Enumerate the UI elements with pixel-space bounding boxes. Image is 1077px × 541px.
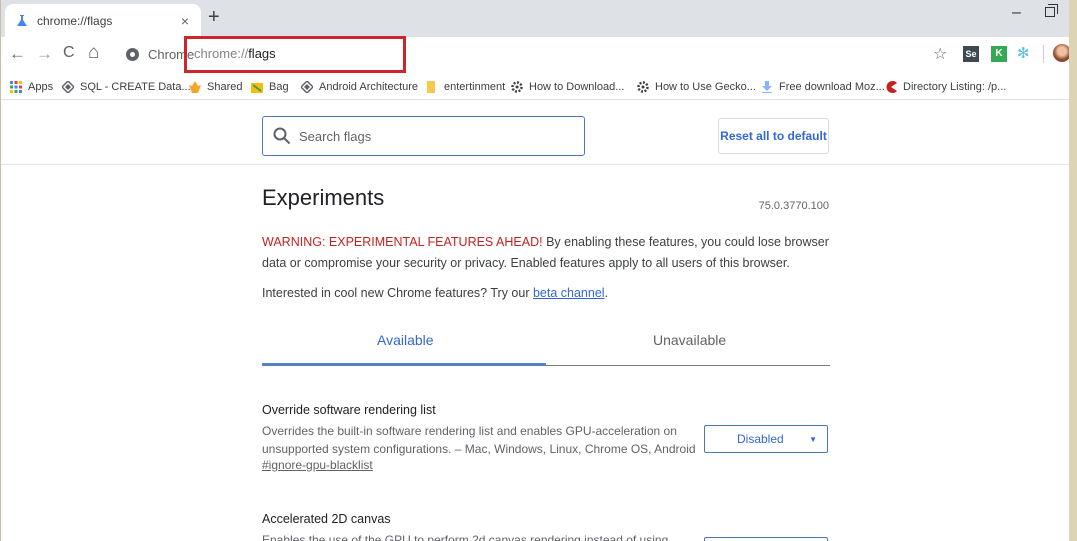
- bookmark-label: Android Architecture: [319, 81, 419, 93]
- bookmark-sql[interactable]: SQL - CREATE Data...: [62, 81, 191, 93]
- url-highlight-box: [184, 36, 406, 73]
- bookmark-bag[interactable]: Bag: [251, 81, 289, 93]
- star-icon[interactable]: ☆: [933, 44, 947, 64]
- flags-tabs: Available Unavailable: [262, 328, 830, 366]
- bookmark-android-architecture[interactable]: Android Architecture: [301, 81, 418, 93]
- folder-icon: [427, 81, 435, 93]
- react-extension-icon[interactable]: ✻: [1017, 44, 1030, 62]
- active-tab-indicator: [262, 363, 546, 365]
- tab-title: chrome://flags: [37, 13, 113, 28]
- bookmark-directory-listing[interactable]: Directory Listing: /p...: [885, 81, 1006, 93]
- bookmark-entertinment[interactable]: entertinment: [426, 81, 505, 93]
- bookmark-apps[interactable]: Apps: [10, 81, 53, 93]
- search-box[interactable]: [262, 116, 585, 156]
- bookmark-how-to-use-gecko[interactable]: How to Use Gecko...: [637, 81, 756, 93]
- select-value: Disabled: [737, 432, 784, 446]
- minimize-button[interactable]: –: [1012, 4, 1021, 22]
- bookmark-label: Apps: [28, 81, 54, 93]
- browser-window: chrome://flags × + – ← → C ⌂ Chrome chro…: [0, 0, 1069, 541]
- bookmark-label: SQL - CREATE Data...: [80, 81, 191, 93]
- reset-all-button[interactable]: Reset all to default: [718, 118, 829, 154]
- forward-button[interactable]: →: [36, 44, 53, 64]
- experiment-item: Override software rendering list Overrid…: [262, 403, 830, 472]
- beta-promo: Interested in cool new Chrome features? …: [262, 286, 608, 300]
- tab-flags[interactable]: chrome://flags ×: [5, 4, 201, 37]
- avatar[interactable]: [1053, 44, 1069, 62]
- warning-heading: WARNING: EXPERIMENTAL FEATURES AHEAD!: [262, 235, 543, 249]
- experiment-description: Overrides the built-in software renderin…: [262, 424, 696, 456]
- bookmark-free-download-moz[interactable]: Free download Moz...: [761, 81, 885, 93]
- home-button[interactable]: ⌂: [88, 42, 99, 64]
- bookmark-label: How to Download...: [529, 81, 625, 93]
- download-icon: [762, 81, 772, 93]
- bookmark-label: Directory Listing: /p...: [903, 81, 1007, 93]
- experiment-name: Override software rendering list: [262, 403, 436, 417]
- experiment-state-select[interactable]: [704, 537, 828, 541]
- version-label: 75.0.3770.100: [758, 200, 829, 212]
- bookmark-how-to-download[interactable]: How to Download...: [511, 81, 624, 93]
- chrome-icon: [126, 48, 139, 61]
- pacman-icon: [886, 81, 897, 93]
- back-button[interactable]: ←: [9, 44, 26, 64]
- experiment-link[interactable]: #ignore-gpu-blacklist: [262, 458, 830, 472]
- bookmarks-bar: Apps SQL - CREATE Data... Shared Bag And…: [1, 74, 1069, 100]
- tab-available[interactable]: Available: [377, 332, 434, 348]
- shared-icon: [189, 81, 201, 93]
- experiment-item: Accelerated 2D canvas Enables the use of…: [262, 512, 830, 541]
- reload-button[interactable]: C: [63, 44, 75, 62]
- bookmark-shared[interactable]: Shared: [189, 81, 242, 93]
- new-tab-button[interactable]: +: [208, 6, 220, 29]
- experiment-description: Enables the use of the GPU to perform 2d…: [262, 533, 669, 541]
- flask-icon: [17, 14, 27, 26]
- katalon-extension-icon[interactable]: K: [991, 46, 1007, 62]
- beta-promo-end: .: [604, 286, 609, 300]
- search-input[interactable]: [299, 128, 559, 144]
- tab-strip: chrome://flags × + –: [1, 0, 1069, 37]
- experiment-state-select[interactable]: Disabled ▼: [704, 425, 828, 453]
- bookmark-label: Shared: [207, 81, 243, 93]
- caret-down-icon: ▼: [809, 434, 817, 444]
- diamond-icon: [62, 81, 74, 93]
- gear-icon: [637, 81, 649, 93]
- beta-promo-text: Interested in cool new Chrome features? …: [262, 286, 533, 300]
- diamond-icon: [301, 81, 313, 93]
- search-icon: [273, 127, 291, 145]
- bookmark-label: Free download Moz...: [779, 81, 885, 93]
- selenium-extension-icon[interactable]: Se: [963, 46, 979, 62]
- beta-channel-link[interactable]: beta channel: [533, 286, 605, 300]
- bookmark-label: Bag: [269, 81, 289, 93]
- bookmark-label: entertinment: [444, 81, 506, 93]
- warning-text: WARNING: EXPERIMENTAL FEATURES AHEAD! By…: [262, 232, 832, 274]
- bookmark-label: How to Use Gecko...: [655, 81, 756, 93]
- experiment-name: Accelerated 2D canvas: [262, 512, 391, 526]
- bag-icon: [251, 83, 263, 93]
- close-icon[interactable]: ×: [175, 13, 195, 29]
- page-title: Experiments: [262, 185, 385, 210]
- tab-unavailable[interactable]: Unavailable: [653, 332, 726, 348]
- gear-icon: [511, 81, 523, 93]
- toolbar-divider: [1043, 45, 1044, 63]
- screen-border: [1069, 0, 1077, 541]
- restore-button[interactable]: [1045, 4, 1058, 17]
- apps-grid-icon: [10, 81, 22, 93]
